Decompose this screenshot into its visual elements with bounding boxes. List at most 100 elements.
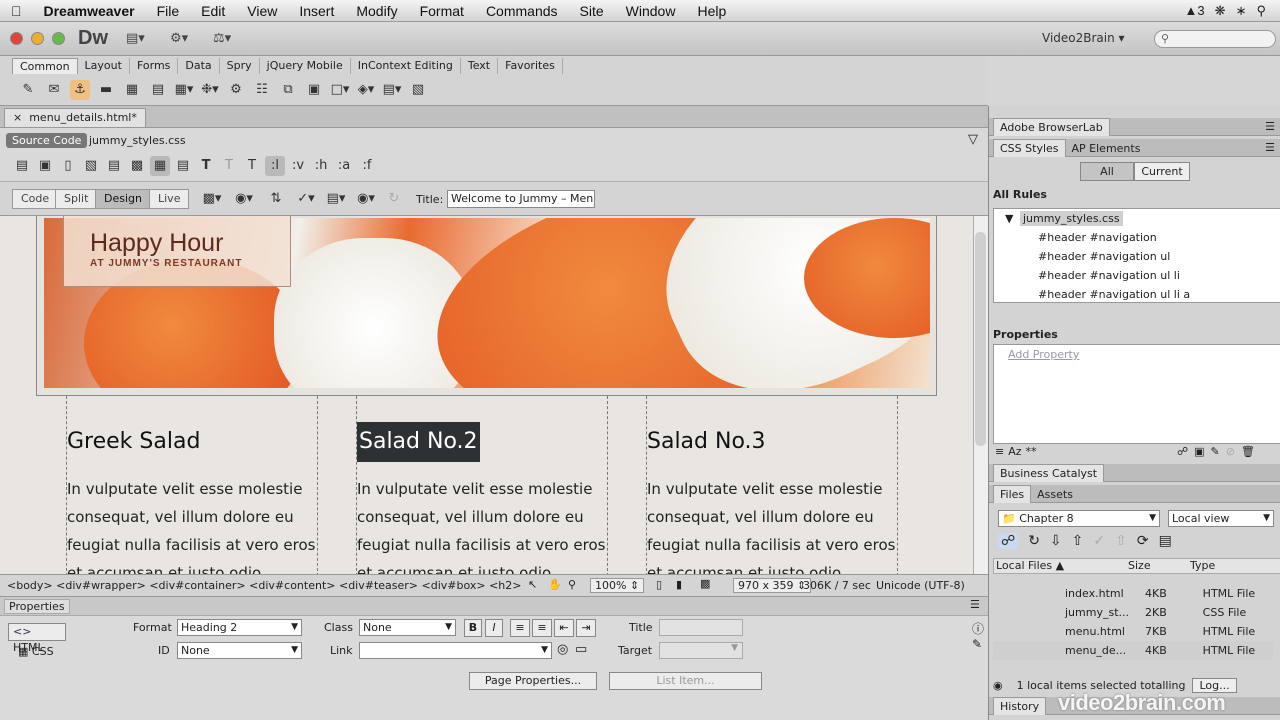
menu-box-3[interactable]: Salad No.3 In vulputate velit esse moles…: [646, 396, 898, 574]
get-files-icon[interactable]: ⇩: [1050, 533, 1062, 549]
tab-data[interactable]: Data: [178, 58, 220, 74]
quick-tag-editor-icon[interactable]: ✎: [972, 637, 982, 651]
file-row-selected[interactable]: menu_de... 4KB HTML File: [993, 641, 1273, 660]
server-side-include-icon[interactable]: ⧉: [278, 80, 298, 100]
filter-icon[interactable]: ▽: [968, 132, 978, 147]
page-title-input[interactable]: Welcome to Jummy – Menu De: [447, 190, 595, 208]
css-rule[interactable]: #header #navigation: [994, 228, 1280, 247]
hand-tool-icon[interactable]: ✋: [548, 578, 562, 591]
tab-favorites[interactable]: Favorites: [498, 58, 563, 74]
layout-menu-icon[interactable]: ▤▾: [126, 31, 145, 46]
app-menu[interactable]: Dreamweaver: [33, 3, 146, 19]
tab-jquery-mobile[interactable]: jQuery Mobile: [260, 58, 351, 74]
text-smaller-icon[interactable]: T: [219, 156, 239, 176]
source-code-button[interactable]: Source Code: [6, 133, 88, 148]
css-rule[interactable]: #header #navigation ul li: [994, 266, 1280, 285]
search-icon[interactable]: ⚲: [1256, 3, 1266, 19]
menu-edit[interactable]: Edit: [190, 3, 236, 19]
delete-rule-icon[interactable]: 🗑: [1241, 445, 1255, 458]
horizontal-rule-icon[interactable]: ▬: [96, 80, 116, 100]
desktop-size-icon[interactable]: ▩: [700, 577, 710, 590]
column-title[interactable]: Salad No.3: [647, 422, 766, 462]
view-select[interactable]: Local view ▼: [1168, 510, 1274, 527]
tab-spry[interactable]: Spry: [220, 58, 260, 74]
print-media-icon[interactable]: ▣: [35, 156, 55, 176]
email-link-icon[interactable]: ✉: [44, 80, 64, 100]
menu-box-2[interactable]: Salad No.2 In vulputate velit esse moles…: [356, 396, 608, 574]
zoom-select[interactable]: 100% ⇕: [590, 578, 645, 593]
menu-format[interactable]: Format: [409, 3, 475, 19]
named-anchor-icon[interactable]: ⚓: [70, 80, 90, 100]
help-icon[interactable]: ⓘ: [972, 620, 984, 637]
css-rule[interactable]: #header #navigation ul li a: [994, 285, 1280, 304]
type-column[interactable]: Type: [1186, 559, 1270, 573]
mobile-size-icon[interactable]: ▯: [656, 578, 662, 591]
id-select[interactable]: None ▼: [177, 642, 302, 659]
comment-icon[interactable]: ▣: [304, 80, 324, 100]
text-size-icon[interactable]: T: [196, 156, 216, 176]
site-manager-icon[interactable]: ⚖▾: [213, 31, 231, 46]
outdent-icon[interactable]: ⇤: [554, 619, 574, 637]
disable-property-icon[interactable]: ⊘: [1226, 445, 1235, 458]
connect-icon[interactable]: ☍: [998, 533, 1019, 549]
check-browser-icon[interactable]: ▤▾: [326, 189, 346, 209]
link-pseudo-icon[interactable]: :l: [265, 156, 285, 176]
menu-commands[interactable]: Commands: [475, 3, 569, 19]
tab-incontext-editing[interactable]: InContext Editing: [351, 58, 461, 74]
pointer-tool-icon[interactable]: ↖: [528, 578, 537, 591]
images-icon[interactable]: ▦▾: [174, 80, 194, 100]
expand-triangle-icon[interactable]: ▼: [1002, 211, 1016, 226]
tv-media-icon[interactable]: ▩: [127, 156, 147, 176]
menu-box-1[interactable]: Greek Salad In vulputate velit esse mole…: [66, 396, 318, 574]
set-properties-icon[interactable]: **: [1026, 445, 1037, 458]
menu-help[interactable]: Help: [686, 3, 737, 19]
handheld-media-icon[interactable]: ▯: [58, 156, 78, 176]
italic-button[interactable]: I: [485, 619, 503, 637]
attach-stylesheet-icon[interactable]: ☍: [1177, 445, 1188, 458]
menu-window[interactable]: Window: [615, 3, 687, 19]
close-window-button[interactable]: [10, 32, 23, 45]
ordered-list-icon[interactable]: ≡: [532, 619, 552, 637]
sync-icon[interactable]: ❋: [1215, 3, 1226, 19]
refresh-icon[interactable]: ↻: [1028, 533, 1040, 549]
zoom-tool-icon[interactable]: ⚲: [568, 578, 576, 591]
browserlab-panel-header[interactable]: Adobe BrowserLab ☰: [989, 118, 1280, 136]
css-rule[interactable]: #header #navigation ul: [994, 247, 1280, 266]
hyperlink-icon[interactable]: ✎: [18, 80, 38, 100]
expand-panel-icon[interactable]: ▤: [1159, 533, 1172, 549]
menu-site[interactable]: Site: [569, 3, 615, 19]
edit-rule-icon[interactable]: ✎: [1211, 445, 1220, 458]
history-tab[interactable]: History: [993, 697, 1047, 715]
hover-pseudo-icon[interactable]: :h: [311, 156, 331, 176]
bold-button[interactable]: B: [464, 619, 482, 637]
active-pseudo-icon[interactable]: :a: [334, 156, 354, 176]
check-out-icon[interactable]: ✓: [1093, 533, 1105, 549]
focus-pseudo-icon[interactable]: :f: [357, 156, 377, 176]
panel-options-icon[interactable]: ☰: [1265, 139, 1275, 156]
document-tab[interactable]: × menu_details.html*: [4, 108, 146, 127]
menu-view[interactable]: View: [236, 3, 288, 19]
ap-elements-tab[interactable]: AP Elements: [1066, 140, 1147, 157]
alpha-view-icon[interactable]: Az: [1008, 445, 1021, 458]
unordered-list-icon[interactable]: ≡: [510, 619, 530, 637]
date-icon[interactable]: ☷: [252, 80, 272, 100]
script-icon[interactable]: ◈▾: [356, 80, 376, 100]
close-tab-icon[interactable]: ×: [13, 111, 22, 124]
column-title[interactable]: Greek Salad: [67, 422, 200, 462]
category-view-icon[interactable]: ≡: [995, 445, 1004, 458]
panel-options-icon[interactable]: ☰: [1265, 118, 1275, 135]
column-text[interactable]: In vulputate velit esse molestie consequ…: [67, 475, 317, 574]
file-row[interactable]: jummy_st... 2KB CSS File: [993, 603, 1273, 622]
html-mode-button[interactable]: <> HTML: [8, 623, 66, 654]
local-files-column[interactable]: Local Files ▲: [994, 559, 1124, 573]
business-catalyst-tab[interactable]: Business Catalyst: [993, 464, 1105, 482]
settings-gear-icon[interactable]: ⚙▾: [170, 31, 188, 46]
format-select[interactable]: Heading 2 ▼: [177, 619, 302, 636]
window-size-select[interactable]: 970 x 359 ⇕: [733, 578, 812, 593]
design-time-stylesheets-icon[interactable]: ▤: [173, 156, 193, 176]
new-rule-icon[interactable]: ▣: [1194, 445, 1204, 458]
page-properties-button[interactable]: Page Properties...: [469, 672, 597, 690]
menu-insert[interactable]: Insert: [288, 3, 345, 19]
browserlab-tab[interactable]: Adobe BrowserLab: [993, 118, 1110, 136]
target-select[interactable]: ▼: [659, 642, 743, 659]
